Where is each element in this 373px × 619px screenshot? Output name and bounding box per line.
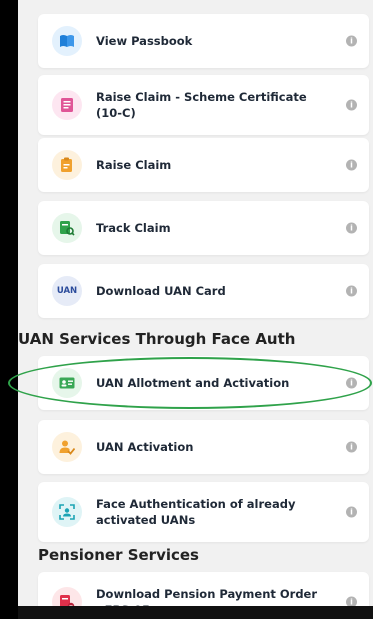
id-card-icon: [52, 368, 82, 398]
service-card-raise-claim-scheme-certificate[interactable]: Raise Claim - Scheme Certificate (10-C) …: [38, 75, 369, 135]
bottom-bezel: [18, 606, 373, 619]
face-scan-icon: [52, 497, 82, 527]
uan-card-icon: UAN: [52, 276, 82, 306]
service-card-face-authentication[interactable]: Face Authentication of already activated…: [38, 482, 369, 542]
certificate-icon: [52, 90, 82, 120]
service-card-uan-allotment-activation[interactable]: UAN Allotment and Activation i: [38, 356, 369, 410]
service-label: Track Claim: [96, 221, 171, 235]
services-screen: View Passbook i Raise Claim - Scheme Cer…: [18, 0, 373, 619]
service-card-uan-activation[interactable]: UAN Activation i: [38, 420, 369, 474]
service-label: View Passbook: [96, 34, 193, 48]
uan-glyph: UAN: [56, 286, 78, 296]
service-card-download-uan-card[interactable]: UAN Download UAN Card i: [38, 264, 369, 318]
info-icon[interactable]: i: [346, 99, 357, 111]
passbook-icon: [52, 26, 82, 56]
info-icon[interactable]: i: [346, 159, 357, 171]
service-card-raise-claim[interactable]: Raise Claim i: [38, 138, 369, 192]
service-card-view-passbook[interactable]: View Passbook i: [38, 14, 369, 68]
service-label: Face Authentication of already activated…: [96, 497, 296, 527]
service-label: UAN Activation: [96, 440, 194, 454]
info-icon[interactable]: i: [346, 222, 357, 234]
info-icon[interactable]: i: [346, 377, 357, 389]
service-label: UAN Allotment and Activation: [96, 376, 290, 390]
section-title-face-auth: UAN Services Through Face Auth: [18, 330, 296, 348]
user-check-icon: [52, 432, 82, 462]
service-label: Raise Claim: [96, 158, 172, 172]
section-title-pensioner-services: Pensioner Services: [38, 546, 199, 564]
service-label: Download UAN Card: [96, 284, 226, 298]
track-claim-icon: [52, 213, 82, 243]
info-icon[interactable]: i: [346, 35, 357, 47]
info-icon[interactable]: i: [346, 285, 357, 297]
info-icon[interactable]: i: [346, 506, 357, 518]
claim-icon: [52, 150, 82, 180]
service-label: Raise Claim - Scheme Certificate (10-C): [96, 90, 307, 120]
info-icon[interactable]: i: [346, 441, 357, 453]
service-card-track-claim[interactable]: Track Claim i: [38, 201, 369, 255]
